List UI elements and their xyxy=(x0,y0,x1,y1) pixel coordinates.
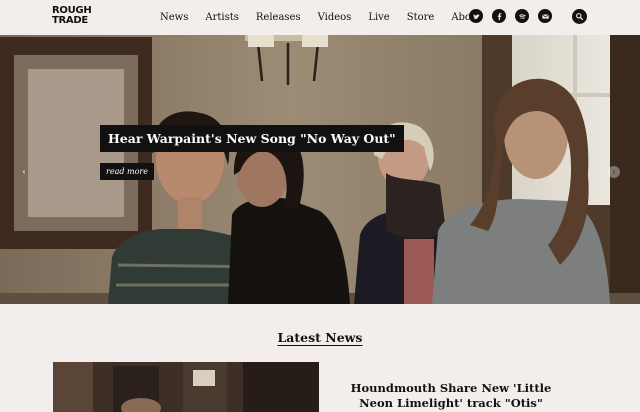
nav-releases[interactable]: Releases xyxy=(256,12,301,23)
hero-headline[interactable]: Hear Warpaint's New Song "No Way Out" xyxy=(100,125,404,152)
read-more-button[interactable]: read more xyxy=(100,163,154,180)
logo-line-2: TRADE xyxy=(52,15,88,26)
rough-trade-logo[interactable]: ROUGH TRADE xyxy=(52,6,92,26)
email-icon[interactable] xyxy=(538,9,552,23)
twitter-icon[interactable] xyxy=(469,9,483,23)
site-header: ROUGH TRADE News Artists Releases Videos… xyxy=(0,0,640,35)
nav-live[interactable]: Live xyxy=(368,12,389,23)
news-item-image[interactable] xyxy=(53,362,319,412)
social-links xyxy=(469,9,561,23)
nav-videos[interactable]: Videos xyxy=(318,12,352,23)
news-item-headline[interactable]: Houndmouth Share New 'Little Neon Limeli… xyxy=(336,381,566,411)
next-slide-arrow-icon[interactable]: › xyxy=(608,166,620,178)
nav-news[interactable]: News xyxy=(160,12,188,23)
news-photo xyxy=(53,362,319,412)
prev-slide-arrow-icon[interactable]: ‹ xyxy=(18,166,30,178)
latest-news-label[interactable]: Latest News xyxy=(278,330,363,345)
facebook-icon[interactable] xyxy=(492,9,506,23)
latest-news-title[interactable]: Latest News xyxy=(0,330,640,345)
nav-artists[interactable]: Artists xyxy=(205,12,239,23)
hero-slider[interactable]: Hear Warpaint's New Song "No Way Out" re… xyxy=(0,35,640,304)
spotify-icon[interactable] xyxy=(515,9,529,23)
nav-store[interactable]: Store xyxy=(407,12,435,23)
band-photo xyxy=(0,35,640,304)
search-icon[interactable] xyxy=(572,9,587,24)
main-nav: News Artists Releases Videos Live Store … xyxy=(160,0,498,35)
